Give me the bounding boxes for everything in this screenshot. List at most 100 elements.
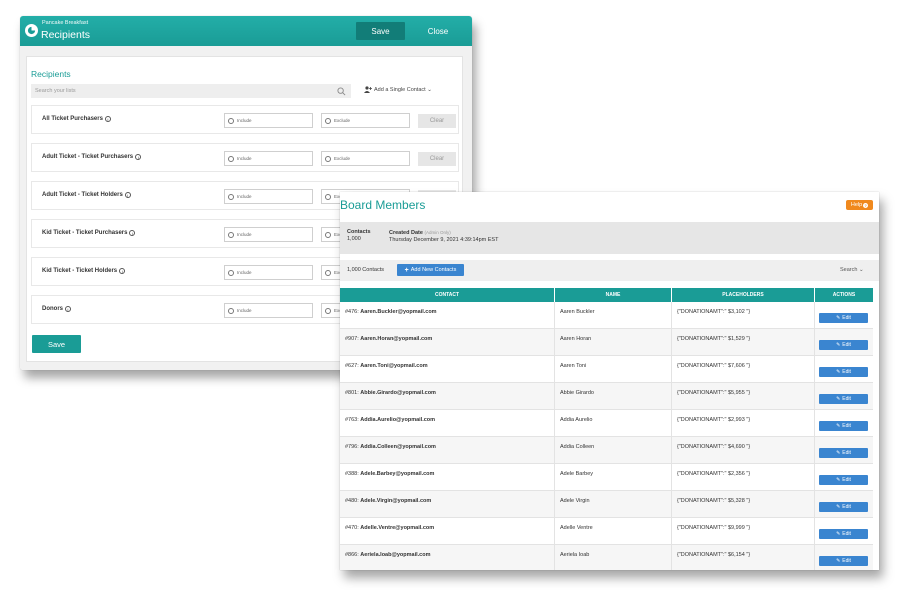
search-icon[interactable]: [337, 87, 346, 96]
include-label: Include: [237, 156, 252, 161]
column-header-contact[interactable]: CONTACT: [340, 288, 555, 302]
header-close-button[interactable]: Close: [412, 22, 464, 40]
edit-icon: ✎: [836, 504, 841, 510]
search-lists-input[interactable]: Search your lists: [31, 84, 351, 98]
contact-id: #388:: [345, 471, 359, 477]
board-members-window: Board Members Help ? Contacts 1,000 Crea…: [340, 192, 879, 570]
placeholder-cell: {"DONATIONAMT":" $6,154 "}: [672, 545, 815, 570]
table-header: CONTACT NAME PLACEHOLDERS ACTIONS: [340, 288, 873, 302]
placeholder-cell: {"DONATIONAMT":" $2,356 "}: [672, 464, 815, 491]
contact-cell: #476: Aaren.Buckler@yopmail.com: [340, 302, 555, 329]
edit-label: Edit: [842, 396, 851, 402]
contact-cell: #801: Abbie.Girardo@yopmail.com: [340, 383, 555, 410]
info-icon[interactable]: i: [119, 268, 126, 274]
table-row: #388: Adele.Barbey@yopmail.com Adele Barb…: [340, 464, 873, 491]
contact-email: Addia.Colleen@yopmail.com: [360, 444, 436, 450]
list-name-text: Adult Ticket - Ticket Holders: [42, 192, 123, 198]
name-cell: Aaren Buckler: [555, 302, 672, 329]
name-cell: Aeriela Ioab: [555, 545, 672, 570]
column-header-name[interactable]: NAME: [555, 288, 672, 302]
edit-icon: ✎: [836, 315, 841, 321]
placeholder-cell: {"DONATIONAMT":" $4,690 "}: [672, 437, 815, 464]
list-name: All Ticket Purchasers i: [42, 116, 111, 122]
add-user-icon: [364, 86, 372, 93]
add-single-contact-button[interactable]: Add a Single Contact ⌄: [364, 86, 432, 93]
edit-button[interactable]: ✎ Edit: [819, 556, 868, 566]
list-name: Kid Ticket - Ticket Purchasers i: [42, 230, 136, 236]
edit-label: Edit: [842, 315, 851, 321]
contact-email: Adele.Barbey@yopmail.com: [360, 471, 435, 477]
info-icon[interactable]: i: [124, 192, 131, 198]
edit-button[interactable]: ✎ Edit: [819, 421, 868, 431]
contact-email: Aaren.Horan@yopmail.com: [360, 336, 433, 342]
list-name: Donors i: [42, 306, 71, 312]
save-button[interactable]: Save: [32, 335, 81, 353]
clear-button[interactable]: Clear: [418, 114, 456, 128]
radio-icon: [228, 231, 234, 238]
actions-cell: ✎ Edit: [815, 491, 873, 518]
edit-button[interactable]: ✎ Edit: [819, 448, 868, 458]
edit-button[interactable]: ✎ Edit: [819, 529, 868, 539]
section-title: Recipients: [31, 69, 71, 79]
placeholder-cell: {"DONATIONAMT":" $1,529 "}: [672, 329, 815, 356]
exclude-label: Exclude: [334, 156, 351, 161]
edit-button[interactable]: ✎ Edit: [819, 313, 868, 323]
edit-button[interactable]: ✎ Edit: [819, 340, 868, 350]
header-save-button[interactable]: Save: [356, 22, 405, 40]
exclude-label: Exclude: [334, 118, 351, 123]
created-date-label: Created Date: [389, 230, 423, 236]
edit-button[interactable]: ✎ Edit: [819, 475, 868, 485]
contact-email: Aaren.Buckler@yopmail.com: [360, 309, 437, 315]
name-cell: Addia Colleen: [555, 437, 672, 464]
column-header-placeholders[interactable]: PLACEHOLDERS: [672, 288, 815, 302]
radio-icon: [228, 269, 234, 276]
edit-button[interactable]: ✎ Edit: [819, 394, 868, 404]
created-date-note: (Admin Only): [424, 230, 451, 235]
info-icon[interactable]: i: [65, 306, 71, 312]
table-row: #907: Aaren.Horan@yopmail.com Aaren Horan…: [340, 329, 873, 356]
placeholder-cell: {"DONATIONAMT":" $9,999 "}: [672, 518, 815, 545]
recipient-list-row: All Ticket Purchasers i Include Exclude Clea…: [31, 105, 459, 134]
name-cell: Abbie Girardo: [555, 383, 672, 410]
info-icon[interactable]: i: [104, 116, 111, 122]
contacts-label: Contacts: [347, 229, 371, 235]
list-name-text: Donors: [42, 306, 63, 312]
include-radio[interactable]: Include: [224, 189, 313, 204]
info-icon[interactable]: i: [135, 154, 142, 160]
radio-icon: [228, 193, 234, 200]
radio-icon: [228, 307, 234, 314]
contact-cell: #763: Addia.Aurelio@yopmail.com: [340, 410, 555, 437]
include-radio[interactable]: Include: [224, 303, 313, 318]
edit-label: Edit: [842, 342, 851, 348]
edit-button[interactable]: ✎ Edit: [819, 502, 868, 512]
edit-label: Edit: [842, 504, 851, 510]
radio-icon: [325, 231, 331, 238]
placeholder-cell: {"DONATIONAMT":" $5,955 "}: [672, 383, 815, 410]
contact-cell: #907: Aaren.Horan@yopmail.com: [340, 329, 555, 356]
add-new-contacts-button[interactable]: + Add New Contacts: [397, 264, 464, 276]
contact-id: #796:: [345, 444, 359, 450]
include-radio[interactable]: Include: [224, 227, 313, 242]
edit-icon: ✎: [836, 396, 841, 402]
info-icon[interactable]: i: [129, 230, 136, 236]
include-label: Include: [237, 270, 252, 275]
include-radio[interactable]: Include: [224, 151, 313, 166]
include-radio[interactable]: Include: [224, 113, 313, 128]
search-toggle[interactable]: Search ⌄: [840, 267, 864, 273]
name-cell: Aaren Toni: [555, 356, 672, 383]
actions-cell: ✎ Edit: [815, 356, 873, 383]
contacts-value: 1,000: [347, 236, 361, 242]
clear-button[interactable]: Clear: [418, 152, 456, 166]
table-row: #801: Abbie.Girardo@yopmail.com Abbie Gir…: [340, 383, 873, 410]
contact-email: Adelle.Ventre@yopmail.com: [360, 525, 435, 531]
exclude-radio[interactable]: Exclude: [321, 113, 410, 128]
include-radio[interactable]: Include: [224, 265, 313, 280]
exclude-radio[interactable]: Exclude: [321, 151, 410, 166]
edit-button[interactable]: ✎ Edit: [819, 367, 868, 377]
plus-icon: +: [404, 266, 409, 274]
app-logo-icon: [25, 24, 38, 37]
placeholder-cell: {"DONATIONAMT":" $7,606 "}: [672, 356, 815, 383]
name-cell: Adelle Ventre: [555, 518, 672, 545]
help-button[interactable]: Help ?: [846, 200, 873, 210]
name-cell: Adele Barbey: [555, 464, 672, 491]
